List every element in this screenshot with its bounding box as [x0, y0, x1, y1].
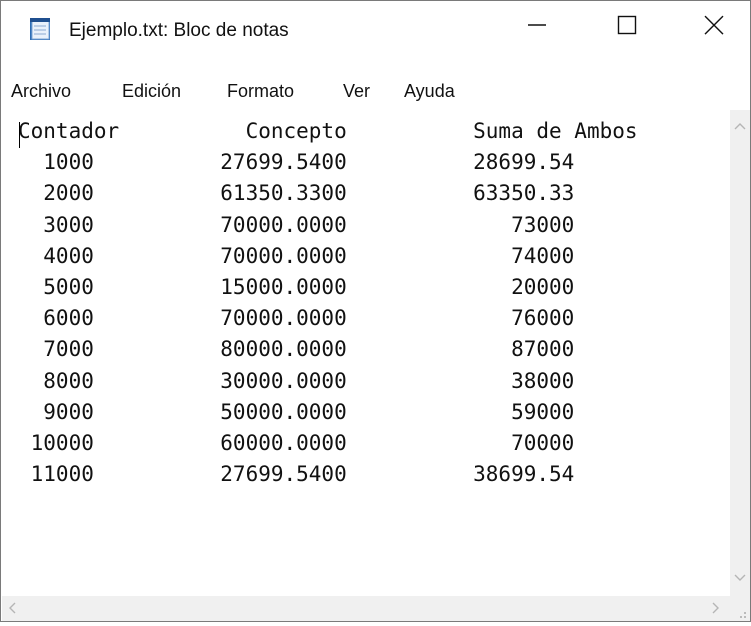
text-editor[interactable]: Contador Concepto Suma de Ambos 1000 276… — [2, 110, 729, 596]
text-line: 2000 61350.3300 63350.33 — [18, 181, 575, 206]
scroll-right-icon[interactable] — [712, 602, 720, 616]
close-icon — [704, 15, 724, 35]
text-line: 8000 30000.0000 38000 — [18, 368, 575, 393]
text-line: 11000 27699.5400 38699.54 — [18, 462, 575, 487]
minimize-icon — [528, 24, 546, 26]
text-line: 3000 70000.0000 73000 — [18, 212, 575, 237]
menu-ver[interactable]: Ver — [343, 81, 370, 102]
text-line: Contador Concepto Suma de Ambos — [18, 119, 638, 143]
text-line: 4000 70000.0000 74000 — [18, 243, 575, 268]
vertical-scrollbar[interactable] — [730, 110, 750, 596]
maximize-button[interactable] — [591, 1, 663, 47]
menu-formato[interactable]: Formato — [227, 81, 294, 102]
menu-bar: Archivo Edición Formato Ver Ayuda — [1, 79, 750, 109]
horizontal-scrollbar[interactable] — [2, 596, 730, 621]
maximize-icon — [617, 15, 637, 35]
text-line: 7000 80000.0000 87000 — [18, 337, 575, 362]
text-line: 1000 27699.5400 28699.54 — [18, 150, 575, 175]
text-line: 5000 15000.0000 20000 — [18, 275, 575, 300]
scroll-up-icon[interactable] — [734, 118, 746, 132]
menu-ayuda[interactable]: Ayuda — [404, 81, 455, 102]
close-button[interactable] — [678, 1, 750, 47]
scroll-left-icon[interactable] — [8, 602, 16, 616]
notepad-window: Ejemplo.txt: Bloc de notas Archivo Edici… — [0, 0, 751, 622]
document-text: Contador Concepto Suma de Ambos 1000 276… — [18, 116, 638, 490]
scroll-down-icon[interactable] — [734, 570, 746, 584]
resize-grip-icon — [740, 612, 746, 618]
text-line: 10000 60000.0000 70000 — [18, 431, 575, 456]
menu-edicion[interactable]: Edición — [122, 81, 181, 102]
title-bar[interactable]: Ejemplo.txt: Bloc de notas — [1, 1, 750, 47]
text-line: 6000 70000.0000 76000 — [18, 306, 575, 331]
text-line: 9000 50000.0000 59000 — [18, 399, 575, 424]
resize-grip[interactable] — [730, 596, 750, 621]
window-title: Ejemplo.txt: Bloc de notas — [69, 20, 289, 41]
text-caret — [19, 122, 20, 148]
notepad-icon — [27, 16, 53, 42]
menu-archivo[interactable]: Archivo — [11, 81, 71, 102]
minimize-button[interactable] — [501, 1, 573, 47]
